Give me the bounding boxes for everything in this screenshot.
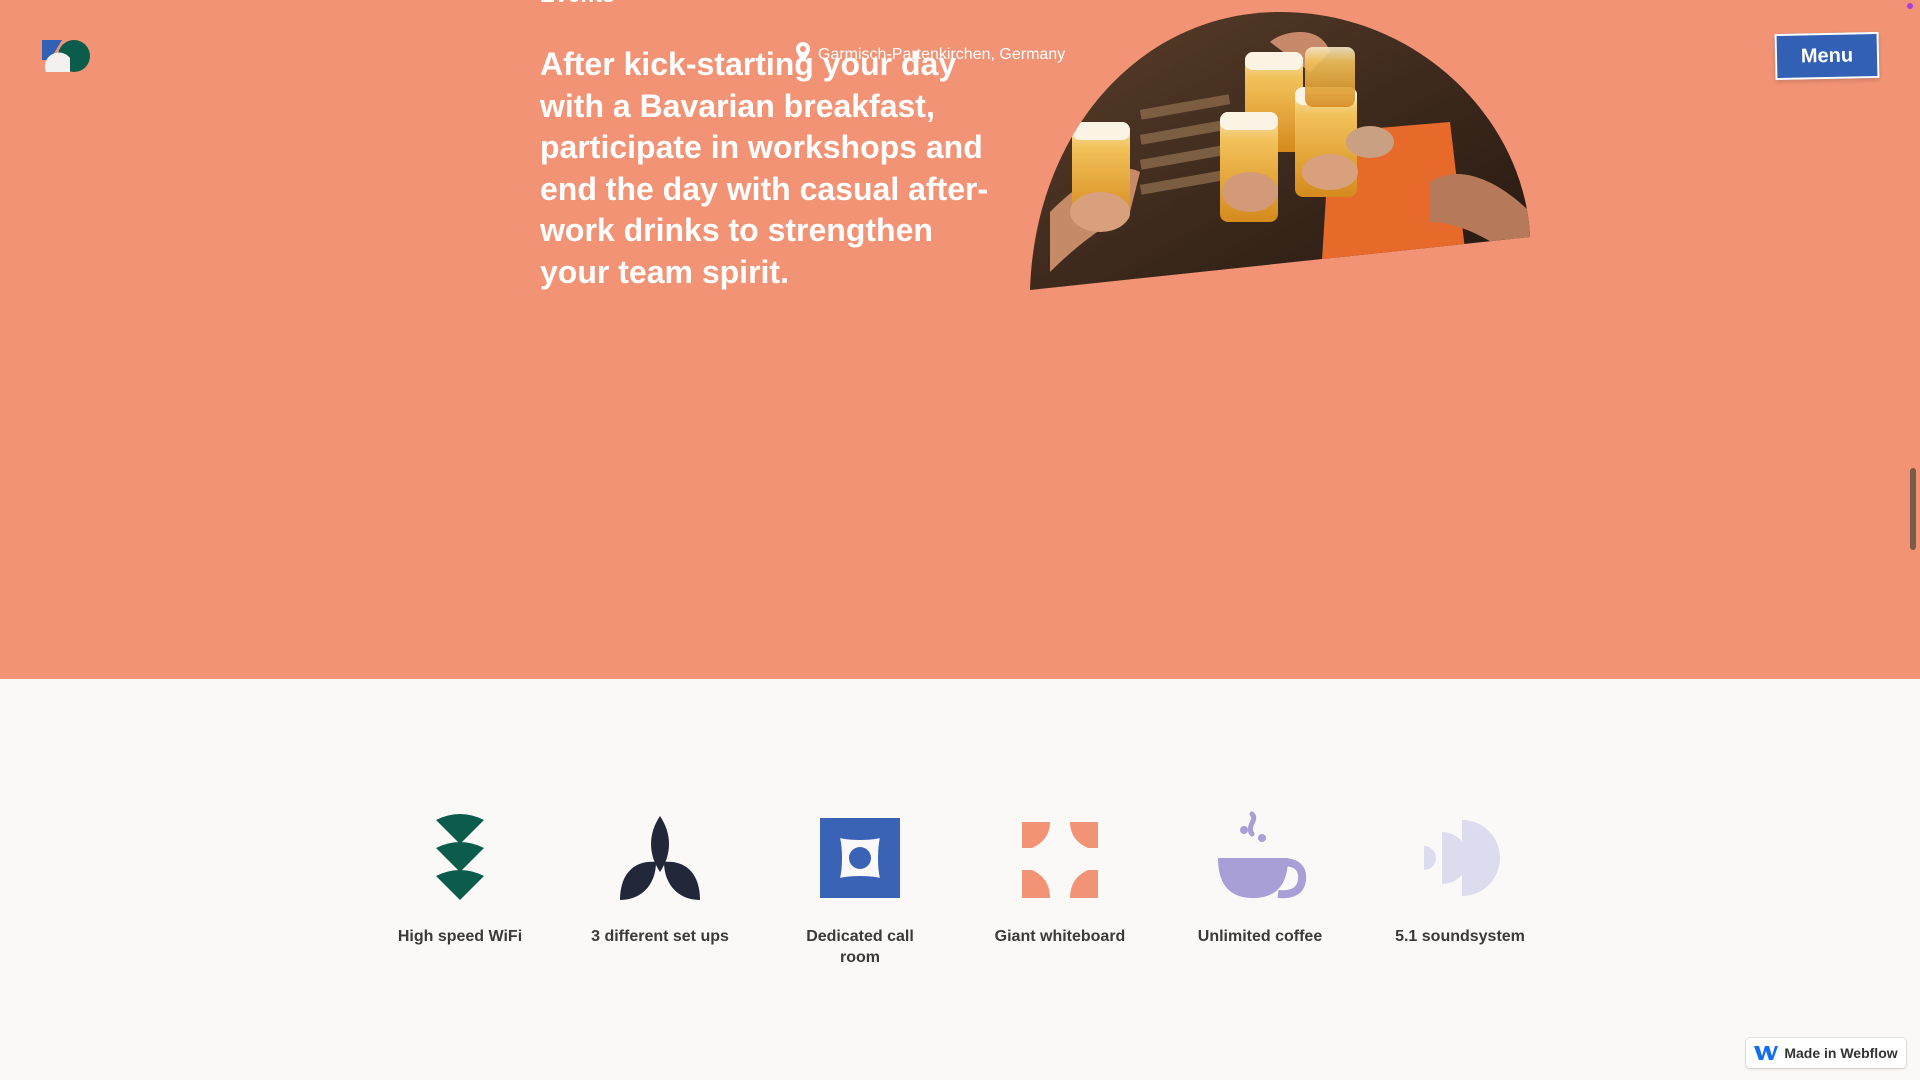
hero-description: After kick-starting your day with a Bava… (540, 46, 989, 290)
brand-logo-icon[interactable] (40, 38, 92, 74)
amenity-label: High speed WiFi (397, 928, 523, 945)
menu-button[interactable]: Menu (1774, 31, 1880, 81)
friends-toasting-beer-photo (1030, 12, 1530, 290)
amenity-item-whiteboard: Giant whiteboard (990, 810, 1130, 947)
location-label: Garmisch-Partenkirchen, Germany (796, 42, 1066, 64)
amenity-label: 3 different set ups (591, 928, 729, 945)
webflow-badge-label: Made in Webflow (1784, 1045, 1898, 1061)
amenity-label: Unlimited coffee (1197, 928, 1323, 945)
amenity-item-coffee: Unlimited coffee (1190, 810, 1330, 947)
wifi-icon (436, 814, 484, 900)
whiteboard-icon (1022, 822, 1098, 898)
sound-icon (1424, 820, 1500, 896)
corner-indicator (1907, 3, 1913, 9)
made-in-webflow-badge[interactable]: Made in Webflow (1746, 1038, 1906, 1068)
section-kicker: Events (540, 0, 615, 8)
amenities-section: High speed WiFi 3 different set ups Dedi… (0, 680, 1920, 1080)
amenity-item-call-room: Dedicated call room (790, 810, 930, 968)
call-room-icon (820, 818, 900, 898)
amenity-item-wifi: High speed WiFi (390, 810, 530, 947)
amenity-label: 5.1 soundsystem (1395, 928, 1525, 945)
coffee-cup-icon (1218, 811, 1307, 899)
amenity-label: Giant whiteboard (994, 928, 1126, 945)
amenity-item-sound: 5.1 soundsystem (1390, 810, 1530, 947)
leaves-icon (620, 816, 700, 900)
hero-section: Events After kick-starting your day with… (0, 0, 1920, 679)
amenity-label: Dedicated call room (806, 928, 914, 966)
map-pin-icon (796, 42, 810, 62)
amenity-item-setups: 3 different set ups (590, 810, 730, 947)
webflow-icon (1754, 1046, 1779, 1060)
scrollbar-thumb[interactable] (1910, 468, 1916, 550)
location-text: Garmisch-Partenkirchen, Germany (818, 46, 1066, 63)
